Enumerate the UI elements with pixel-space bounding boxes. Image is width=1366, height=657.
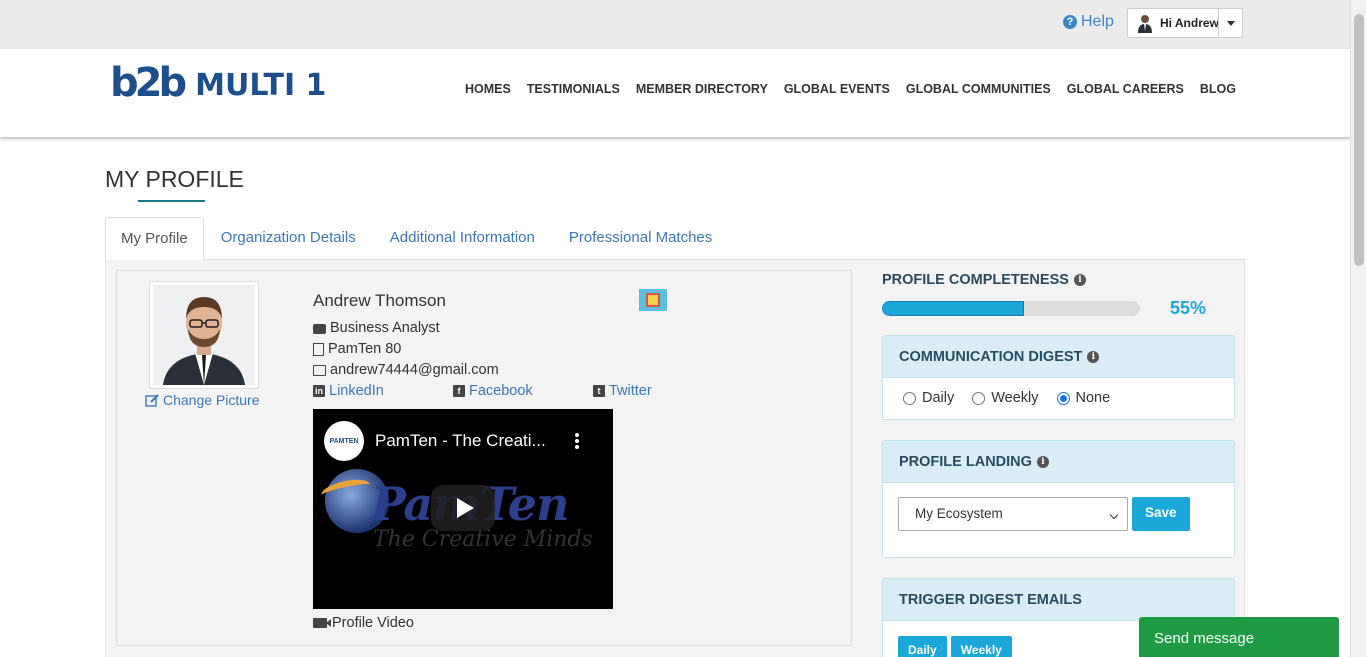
scrollbar-thumb[interactable] [1354, 14, 1364, 266]
nav-blog[interactable]: BLOG [1200, 82, 1236, 96]
logo-mark: b2b [110, 60, 187, 106]
play-icon[interactable] [431, 485, 495, 531]
edit-profile-button[interactable] [639, 289, 667, 311]
site-header: b2b MULTI 1 HOMES TESTIMONIALS MEMBER DI… [0, 49, 1350, 137]
page-scrollbar[interactable] [1350, 0, 1366, 657]
twitter-link[interactable]: t Twitter [593, 383, 652, 399]
tab-content-panel: Change Picture Andrew Thomson Business A… [105, 260, 1245, 657]
change-picture-link[interactable]: Change Picture [145, 392, 260, 408]
profile-landing-select[interactable]: My Ecosystem [898, 497, 1128, 531]
user-menu-button[interactable]: Hi Andrew [1127, 8, 1243, 38]
profile-photo [149, 281, 259, 389]
email-address: andrew74444@gmail.com [330, 362, 499, 378]
info-icon[interactable]: i [1087, 350, 1100, 363]
briefcase-icon [313, 324, 326, 334]
user-avatar-icon [1136, 13, 1154, 33]
edit-icon [646, 293, 660, 307]
communication-digest-options: Daily Weekly None [883, 378, 1234, 418]
trigger-weekly-button[interactable]: Weekly [950, 636, 1012, 657]
job-title-row: Business Analyst [313, 320, 440, 336]
nav-testimonials[interactable]: TESTIMONIALS [527, 82, 620, 96]
info-icon[interactable]: i [1036, 455, 1049, 468]
title-underline [138, 200, 205, 202]
logo-text: MULTI 1 [195, 68, 327, 103]
top-utility-bar: ? Help Hi Andrew [0, 0, 1350, 49]
video-channel-logo[interactable]: PAMTEN [324, 421, 364, 461]
nav-global-communities[interactable]: GLOBAL COMMUNITIES [906, 82, 1051, 96]
facebook-link[interactable]: f Facebook [453, 383, 533, 399]
digest-option-none[interactable]: None [1056, 390, 1110, 406]
communication-digest-box: COMMUNICATION DIGEST i Daily Weekly None [882, 335, 1235, 420]
envelope-icon [313, 364, 326, 376]
profile-name: Andrew Thomson [313, 291, 446, 310]
digest-option-daily[interactable]: Daily [903, 390, 954, 406]
radio-daily[interactable] [903, 391, 916, 405]
profile-tabs: My Profile Organization Details Addition… [105, 217, 1245, 260]
profile-video-label-row: Profile Video [313, 615, 414, 631]
trigger-digest-heading: TRIGGER DIGEST EMAILS [883, 579, 1234, 621]
nav-global-careers[interactable]: GLOBAL CAREERS [1067, 82, 1184, 96]
linkedin-link[interactable]: in LinkedIn [313, 383, 384, 399]
tab-professional-matches[interactable]: Professional Matches [552, 217, 729, 260]
profile-completeness-fill [882, 301, 1024, 316]
linkedin-icon: in [313, 385, 325, 397]
change-picture-label: Change Picture [163, 392, 260, 408]
help-link[interactable]: ? Help [1063, 13, 1114, 31]
profile-video-label: Profile Video [332, 615, 414, 631]
more-vertical-icon[interactable] [575, 433, 579, 449]
save-button[interactable]: Save [1132, 497, 1190, 531]
company-row: PamTen 80 [313, 341, 401, 357]
profile-landing-heading: PROFILE LANDING i [883, 441, 1234, 483]
radio-none[interactable] [1056, 391, 1070, 405]
profile-completeness-percent: 55% [1170, 298, 1207, 318]
info-icon[interactable]: i [1073, 274, 1086, 286]
tab-my-profile[interactable]: My Profile [105, 217, 204, 260]
nav-member-directory[interactable]: MEMBER DIRECTORY [636, 82, 768, 96]
profile-card: Change Picture Andrew Thomson Business A… [116, 270, 852, 646]
profile-completeness-heading: PROFILE COMPLETENESS i [882, 272, 1086, 288]
nav-homes[interactable]: HOMES [465, 82, 511, 96]
radio-weekly[interactable] [972, 391, 986, 405]
user-greeting: Hi Andrew [1160, 16, 1219, 30]
video-title[interactable]: PamTen - The Creati... [375, 431, 546, 451]
edit-icon [145, 393, 159, 407]
page-title: MY PROFILE [105, 166, 244, 192]
question-circle-icon: ? [1063, 15, 1077, 29]
twitter-icon: t [593, 385, 605, 397]
digest-option-weekly[interactable]: Weekly [972, 390, 1039, 406]
nav-global-events[interactable]: GLOBAL EVENTS [784, 82, 890, 96]
caret-down-icon[interactable] [1218, 9, 1242, 37]
tab-organization-details[interactable]: Organization Details [204, 217, 373, 260]
site-logo[interactable]: b2b MULTI 1 [110, 63, 326, 103]
main-nav: HOMES TESTIMONIALS MEMBER DIRECTORY GLOB… [465, 82, 1236, 96]
profile-landing-box: PROFILE LANDING i My Ecosystem Save [882, 440, 1235, 558]
trigger-daily-button[interactable]: Daily [898, 636, 947, 657]
job-title: Business Analyst [330, 320, 440, 336]
communication-digest-heading: COMMUNICATION DIGEST i [883, 336, 1234, 378]
video-camera-icon [313, 618, 331, 628]
building-icon [313, 342, 324, 356]
help-label: Help [1081, 13, 1114, 30]
company-name: PamTen 80 [328, 341, 402, 357]
tab-additional-information[interactable]: Additional Information [373, 217, 552, 260]
facebook-icon: f [453, 385, 465, 397]
profile-completeness-bar [882, 301, 1140, 316]
profile-video-player[interactable]: PamTen The Creative Minds PAMTEN PamTen … [313, 409, 613, 609]
send-message-button[interactable]: Send message [1139, 617, 1339, 657]
email-row: andrew74444@gmail.com [313, 362, 499, 378]
